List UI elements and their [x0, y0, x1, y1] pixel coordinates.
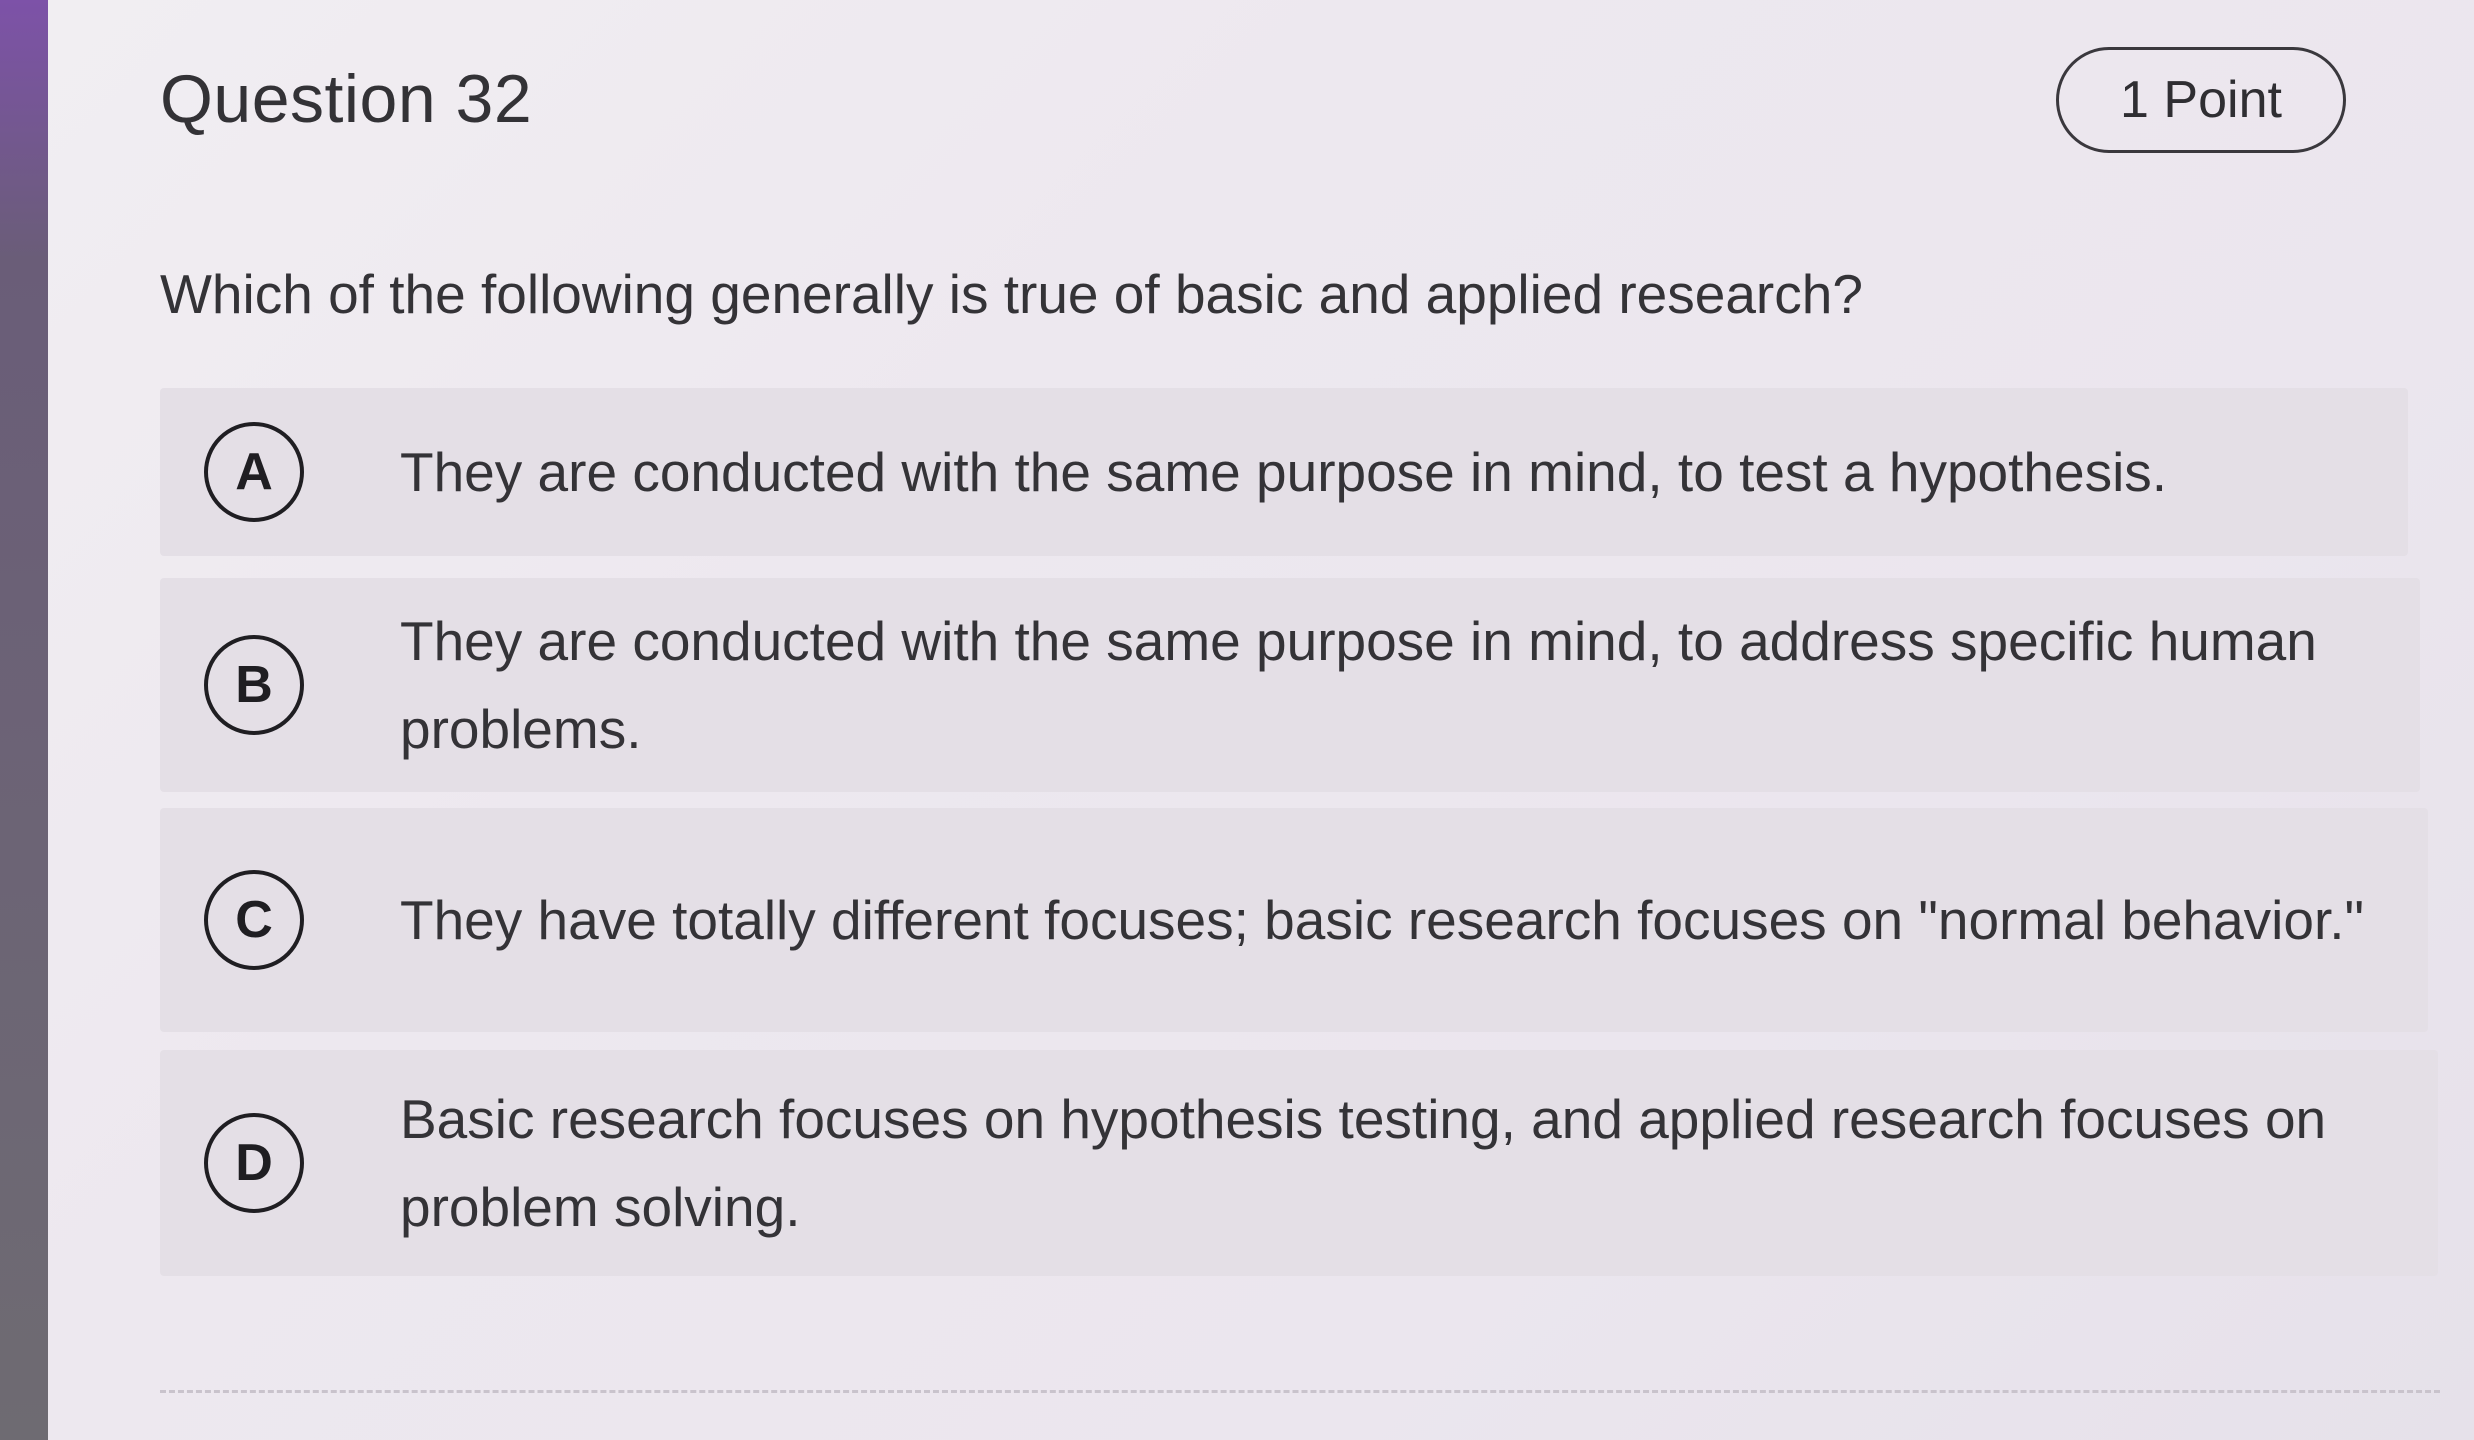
quiz-page: Question 32 1 Point Which of the followi…: [48, 0, 2474, 1440]
option-a-label: They are conducted with the same purpose…: [400, 441, 2168, 503]
option-b-radio[interactable]: B: [204, 635, 304, 735]
option-d-radio[interactable]: D: [204, 1113, 304, 1213]
option-c-radio[interactable]: C: [204, 870, 304, 970]
section-divider: [160, 1390, 2440, 1393]
question-prompt: Which of the following generally is true…: [160, 263, 1863, 325]
answer-option-a[interactable]: A They are conducted with the same purpo…: [160, 388, 2408, 556]
answer-option-d[interactable]: D Basic research focuses on hypothesis t…: [160, 1050, 2438, 1276]
option-a-radio[interactable]: A: [204, 422, 304, 522]
option-c-label: They have totally different focuses; bas…: [400, 889, 2365, 951]
points-badge: 1 Point: [2056, 47, 2346, 153]
option-d-label: Basic research focuses on hypothesis tes…: [400, 1088, 2327, 1238]
window-left-edge: [0, 0, 54, 1440]
answer-option-c[interactable]: C They have totally different focuses; b…: [160, 808, 2428, 1032]
option-b-label: They are conducted with the same purpose…: [400, 610, 2317, 760]
question-title: Question 32: [160, 61, 533, 137]
answer-option-b[interactable]: B They are conducted with the same purpo…: [160, 578, 2420, 792]
